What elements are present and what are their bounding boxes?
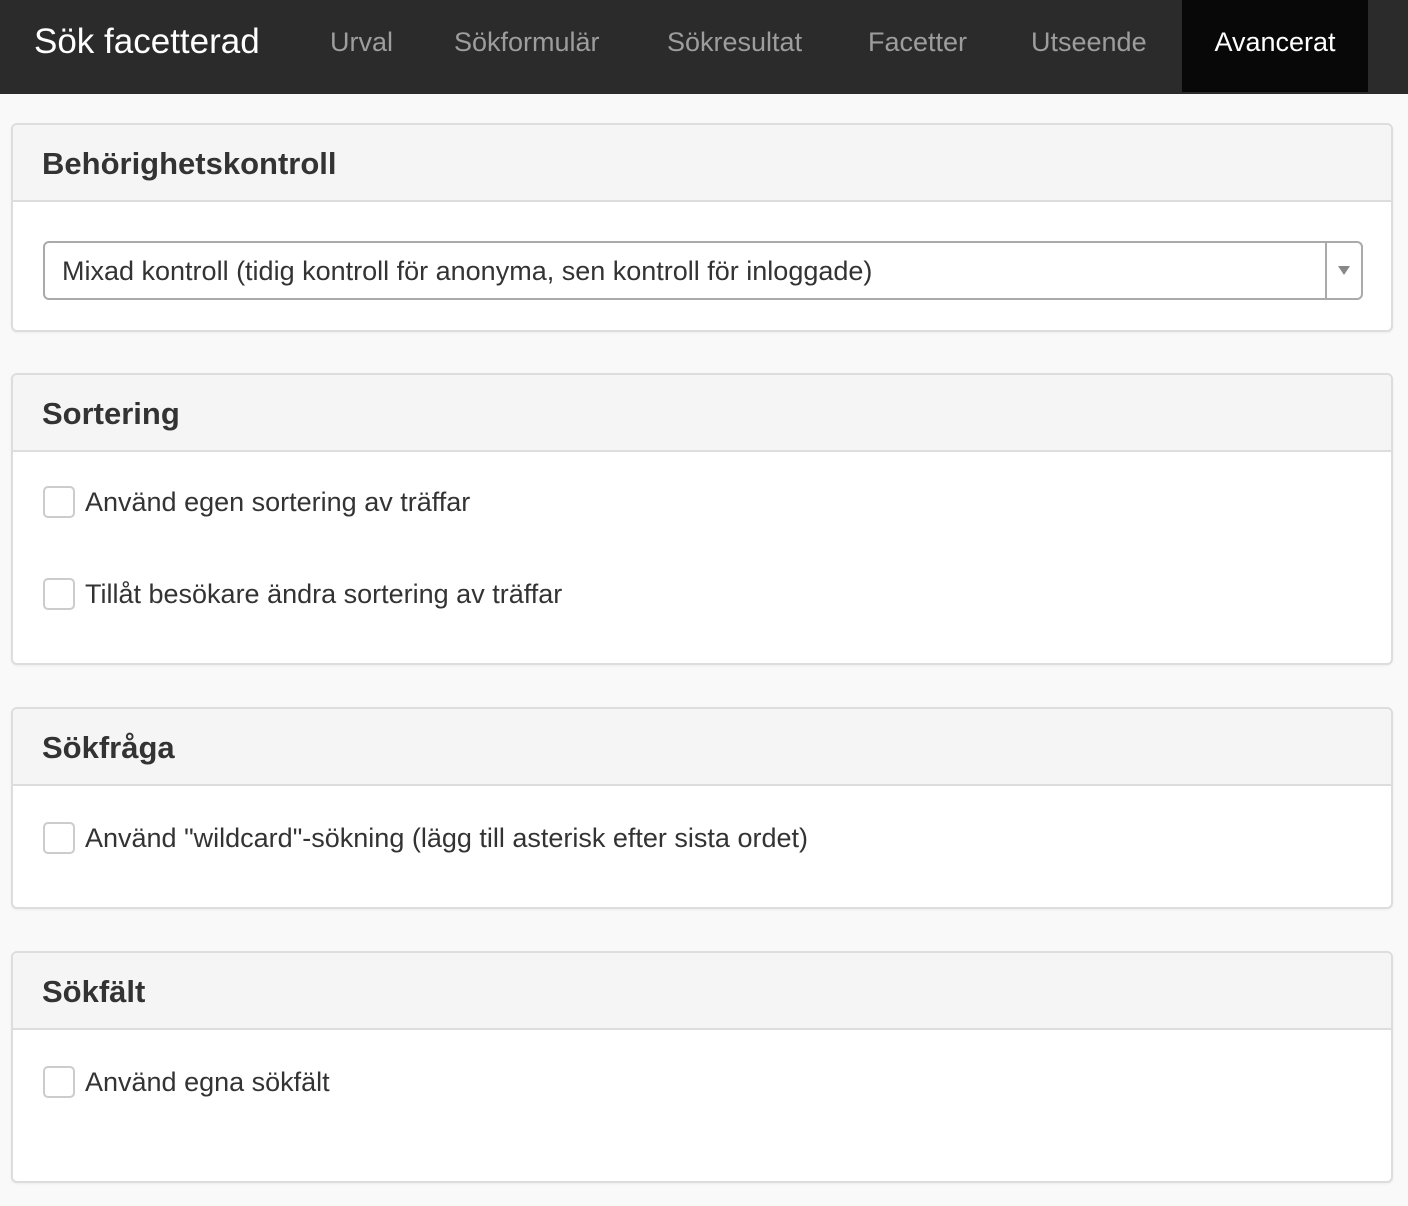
panel-heading: Sökfråga — [13, 709, 1391, 786]
tab-sokformular[interactable]: Sökformulär — [454, 0, 600, 92]
access-control-panel: Behörighetskontroll Mixad kontroll (tidi… — [11, 123, 1393, 332]
visitor-sorting-checkbox[interactable] — [43, 578, 75, 610]
select-value: Mixad kontroll (tidig kontroll för anony… — [62, 256, 873, 286]
checkbox-label[interactable]: Använd egna sökfält — [85, 1066, 330, 1098]
search-fields-panel: Sökfält Använd egna sökfält — [11, 951, 1393, 1183]
panel-title: Sökfråga — [42, 730, 175, 765]
panel-title: Behörighetskontroll — [42, 146, 337, 181]
panel-heading: Sortering — [13, 375, 1391, 452]
wildcard-checkbox[interactable] — [43, 822, 75, 854]
app-title[interactable]: Sök facetterad — [34, 0, 260, 94]
tab-sokresultat[interactable]: Sökresultat — [667, 0, 802, 92]
tab-facetter[interactable]: Facetter — [868, 0, 967, 92]
panel-title: Sortering — [42, 396, 180, 431]
checkbox-label[interactable]: Använd egen sortering av träffar — [85, 486, 470, 518]
select-toggle[interactable] — [1325, 243, 1361, 298]
tab-urval[interactable]: Urval — [330, 0, 393, 92]
panel-title: Sökfält — [42, 974, 146, 1009]
tab-avancerat[interactable]: Avancerat — [1182, 0, 1368, 92]
checkbox-label[interactable]: Använd "wildcard"-sökning (lägg till ast… — [85, 822, 808, 854]
chevron-down-icon — [1338, 266, 1350, 275]
custom-fields-checkbox[interactable] — [43, 1066, 75, 1098]
sorting-panel: Sortering Använd egen sortering av träff… — [11, 373, 1393, 665]
access-control-select[interactable]: Mixad kontroll (tidig kontroll för anony… — [43, 241, 1363, 300]
search-query-panel: Sökfråga Använd "wildcard"-sökning (lägg… — [11, 707, 1393, 909]
panel-heading: Sökfält — [13, 953, 1391, 1030]
top-navbar: Sök facetterad Urval Sökformulär Sökresu… — [0, 0, 1408, 94]
custom-sorting-checkbox[interactable] — [43, 486, 75, 518]
tab-utseende[interactable]: Utseende — [1031, 0, 1147, 92]
panel-heading: Behörighetskontroll — [13, 125, 1391, 202]
checkbox-label[interactable]: Tillåt besökare ändra sortering av träff… — [85, 578, 562, 610]
